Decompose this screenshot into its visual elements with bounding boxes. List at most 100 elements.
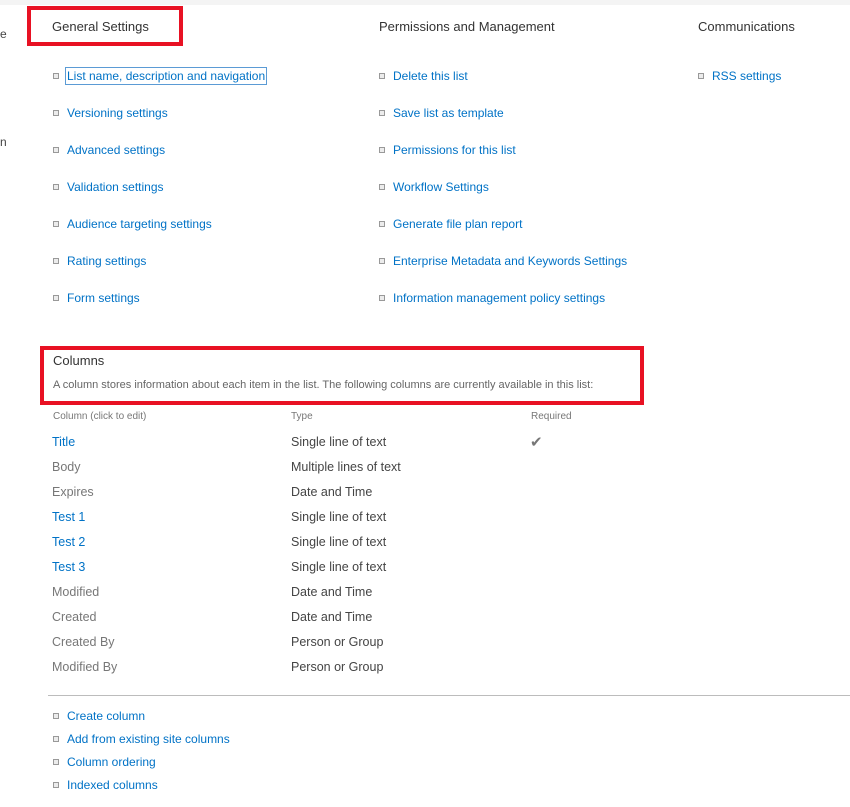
column-type-cell: Date and Time [291,610,373,624]
bullet-icon [53,147,59,153]
column-required-header: Required [531,411,572,422]
table-row: Modified By Person or Group [0,660,850,685]
column-type-cell: Single line of text [291,510,387,524]
top-strip [0,0,850,5]
bullet-icon [53,713,59,719]
generate-file-plan-report-link[interactable]: Generate file plan report [393,217,522,231]
bullet-icon [379,184,385,190]
list-item: Enterprise Metadata and Keywords Setting… [379,254,627,291]
bullet-icon [698,73,704,79]
bullet-icon [53,221,59,227]
column-name-cell: Modified [52,585,100,599]
permissions-management-list: Delete this list Save list as template P… [379,69,627,328]
table-row: Body Multiple lines of text [0,460,850,485]
create-column-link[interactable]: Create column [67,709,145,723]
bullet-icon [53,736,59,742]
table-row: Modified Date and Time [0,585,850,610]
list-item: RSS settings [698,69,781,106]
list-item: List name, description and navigation [53,67,268,106]
audience-targeting-settings-link[interactable]: Audience targeting settings [67,217,212,231]
list-item: Indexed columns [53,778,230,801]
left-nav-fragment: n [0,135,7,149]
list-item: Form settings [53,291,265,328]
bullet-icon [53,759,59,765]
rss-settings-link[interactable]: RSS settings [712,69,781,83]
list-item: Audience targeting settings [53,217,265,254]
column-name-cell[interactable]: Test 2 [52,535,85,549]
column-name-cell: Created By [52,635,115,649]
list-item: Delete this list [379,69,627,106]
bullet-icon [379,73,385,79]
permissions-management-header: Permissions and Management [379,19,555,34]
column-type-header: Type [291,411,313,422]
column-name-cell: Expires [52,485,94,499]
list-item: Rating settings [53,254,265,291]
table-row: Created Date and Time [0,610,850,635]
list-item: Permissions for this list [379,143,627,180]
column-name-cell: Created [52,610,97,624]
column-name-header: Column (click to edit) [53,411,147,422]
column-type-cell: Date and Time [291,485,373,499]
list-item: Information management policy settings [379,291,627,328]
column-type-cell: Single line of text [291,535,387,549]
column-name-cell[interactable]: Title [52,435,75,449]
general-settings-list: List name, description and navigation Ve… [53,67,268,328]
bullet-icon [379,258,385,264]
table-row: Title Single line of text ✔ [0,434,850,460]
communications-header: Communications [698,19,795,34]
bullet-icon [379,147,385,153]
table-row: Created By Person or Group [0,635,850,660]
column-type-cell: Single line of text [291,560,387,574]
column-name-cell[interactable]: Test 1 [52,510,85,524]
list-item: Add from existing site columns [53,732,230,755]
highlight-box-columns [40,346,644,405]
highlight-box-general-settings [27,6,183,46]
divider [48,695,850,696]
validation-settings-link[interactable]: Validation settings [67,180,164,194]
list-name-description-navigation-link[interactable]: List name, description and navigation [64,67,268,85]
versioning-settings-link[interactable]: Versioning settings [67,106,168,120]
column-type-cell: Date and Time [291,585,373,599]
list-item: Workflow Settings [379,180,627,217]
list-item: Column ordering [53,755,230,778]
left-nav-fragment: e [0,27,7,41]
bullet-icon [379,295,385,301]
column-type-cell: Person or Group [291,660,384,674]
column-ordering-link[interactable]: Column ordering [67,755,156,769]
delete-list-link[interactable]: Delete this list [393,69,468,83]
column-name-cell[interactable]: Test 3 [52,560,85,574]
column-type-cell: Person or Group [291,635,384,649]
add-existing-site-columns-link[interactable]: Add from existing site columns [67,732,230,746]
list-item: Create column [53,709,230,732]
information-management-policy-link[interactable]: Information management policy settings [393,291,605,305]
bullet-icon [53,782,59,788]
bullet-icon [379,110,385,116]
bullet-icon [53,295,59,301]
column-type-cell: Multiple lines of text [291,460,401,474]
checkmark-icon: ✔ [530,434,543,451]
form-settings-link[interactable]: Form settings [67,291,140,305]
enterprise-metadata-keywords-link[interactable]: Enterprise Metadata and Keywords Setting… [393,254,627,268]
rating-settings-link[interactable]: Rating settings [67,254,146,268]
list-item: Advanced settings [53,143,265,180]
bullet-icon [53,184,59,190]
bullet-icon [53,110,59,116]
column-name-cell: Modified By [52,660,118,674]
bullet-icon [53,73,59,79]
table-row: Test 1 Single line of text [0,510,850,535]
indexed-columns-link[interactable]: Indexed columns [67,778,158,792]
table-row: Expires Date and Time [0,485,850,510]
list-permissions-link[interactable]: Permissions for this list [393,143,516,157]
list-item: Save list as template [379,106,627,143]
bullet-icon [379,221,385,227]
bullet-icon [53,258,59,264]
communications-list: RSS settings [698,69,781,106]
list-item: Versioning settings [53,106,265,143]
column-name-cell: Body [52,460,81,474]
workflow-settings-link[interactable]: Workflow Settings [393,180,489,194]
table-row: Test 3 Single line of text [0,560,850,585]
column-actions-list: Create column Add from existing site col… [53,709,230,801]
list-item: Validation settings [53,180,265,217]
save-list-template-link[interactable]: Save list as template [393,106,504,120]
advanced-settings-link[interactable]: Advanced settings [67,143,165,157]
